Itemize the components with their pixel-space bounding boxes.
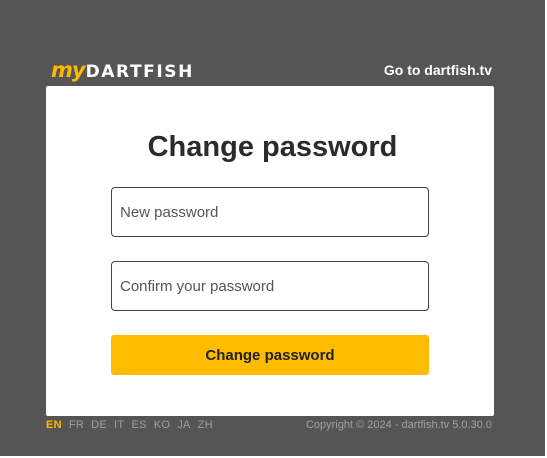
confirm-password-input[interactable] xyxy=(111,261,429,311)
language-option-ko[interactable]: KO xyxy=(154,418,171,432)
language-option-de[interactable]: DE xyxy=(91,418,107,432)
mydartfish-logo: my DARTFISH xyxy=(51,58,194,82)
copyright-text: Copyright © 2024 - dartfish.tv 5.0.30.0 xyxy=(305,419,492,431)
new-password-input[interactable] xyxy=(111,187,429,237)
language-option-ja[interactable]: JA xyxy=(177,418,190,432)
language-selector: EN FR DE IT ES KO JA ZH xyxy=(46,418,213,432)
language-option-fr[interactable]: FR xyxy=(69,418,84,432)
page-background: my DARTFISH Go to dartfish.tv Change pas… xyxy=(0,0,545,456)
page-title: Change password xyxy=(147,131,398,163)
language-option-en[interactable]: EN xyxy=(46,418,62,432)
logo-brand-text: DARTFISH xyxy=(85,62,194,82)
language-option-es[interactable]: ES xyxy=(131,418,146,432)
language-option-zh[interactable]: ZH xyxy=(198,418,213,432)
language-option-it[interactable]: IT xyxy=(114,418,124,432)
logo-my-text: my xyxy=(51,58,86,82)
change-password-button[interactable]: Change password xyxy=(111,335,429,375)
go-to-dartfish-link[interactable]: Go to dartfish.tv xyxy=(384,62,492,78)
